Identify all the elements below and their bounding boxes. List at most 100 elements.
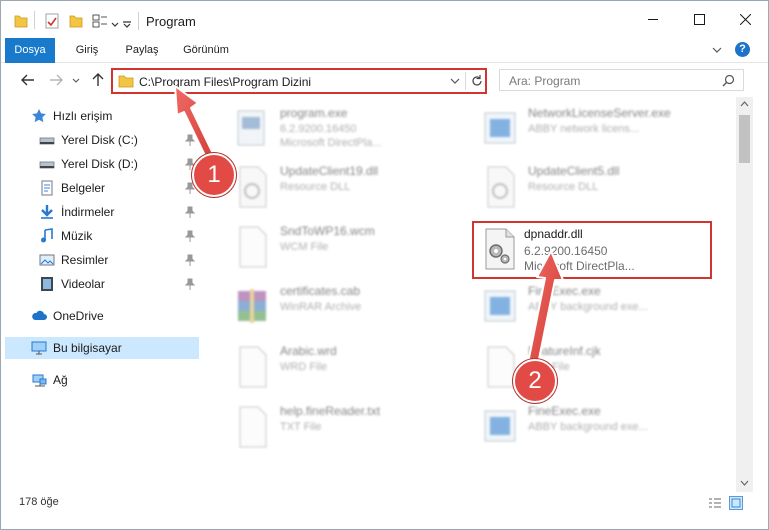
- forward-arrow-icon[interactable]: [47, 71, 65, 89]
- sidebar-item-disk-c[interactable]: Yerel Disk (C:): [1, 129, 201, 151]
- sidebar-item-quick-access[interactable]: Hızlı erişim: [1, 105, 201, 127]
- scroll-thumb[interactable]: [739, 115, 750, 163]
- callout-badge-2: 2: [513, 359, 557, 403]
- file-detail: Microsoft DirectPla...: [524, 259, 635, 273]
- file-name: SndToWP16.wcm: [280, 224, 375, 238]
- up-arrow-icon[interactable]: [89, 71, 107, 89]
- navigation-bar: C:\Program Files\Program Dizini Ara: Pro…: [1, 63, 768, 96]
- file-name: dpnaddr.dll: [524, 227, 583, 241]
- address-bar[interactable]: C:\Program Files\Program Dizini: [111, 68, 487, 94]
- minimize-icon: [647, 19, 658, 20]
- vertical-scrollbar[interactable]: [736, 97, 753, 492]
- file-name: certificates.cab: [280, 284, 361, 298]
- music-icon: [41, 228, 53, 243]
- tab-home[interactable]: Giriş: [65, 38, 109, 62]
- file-name: NetworkLicenseServer.exe: [528, 106, 671, 120]
- folder-icon: [118, 75, 134, 88]
- chevron-down-icon[interactable]: [111, 17, 119, 33]
- pin-icon[interactable]: [185, 230, 195, 242]
- file-item[interactable]: certificates.cab WinRAR Archive: [224, 279, 464, 337]
- sidebar-item-label: OneDrive: [53, 309, 104, 323]
- file-detail: TXT File: [280, 421, 322, 433]
- file-detail: 6.2.9200.16450: [280, 123, 357, 135]
- download-icon: [41, 205, 53, 219]
- expand-ribbon-icon[interactable]: [710, 43, 724, 57]
- file-item[interactable]: help.fineReader.txt TXT File: [224, 399, 464, 457]
- file-name: FineExec.exe: [528, 284, 601, 298]
- file-detail: WCM File: [280, 241, 329, 253]
- file-item[interactable]: UpdateClient5.dll Resource DLL: [472, 159, 712, 217]
- customize-toolbar-icon[interactable]: [122, 17, 132, 33]
- chevron-down-icon[interactable]: [450, 77, 460, 85]
- search-icon[interactable]: [722, 74, 735, 87]
- search-box[interactable]: Ara: Program: [499, 69, 744, 91]
- dll-gear-icon: [485, 228, 515, 270]
- window-title: Program: [146, 14, 196, 29]
- file-detail: Resource DLL: [280, 181, 351, 193]
- sidebar-item-label: Bu bilgisayar: [53, 341, 122, 355]
- scroll-down-icon[interactable]: [740, 480, 749, 486]
- sidebar-item-music[interactable]: Müzik: [1, 225, 201, 247]
- details-view-icon[interactable]: [708, 497, 722, 509]
- address-path: C:\Program Files\Program Dizini: [139, 75, 312, 89]
- pin-icon[interactable]: [185, 134, 195, 146]
- back-arrow-icon[interactable]: [19, 71, 37, 89]
- new-folder-icon[interactable]: [69, 13, 83, 29]
- scroll-up-icon[interactable]: [740, 101, 749, 107]
- file-item[interactable]: FineExec.exe ABBY background exe...: [472, 399, 712, 457]
- sidebar-item-downloads[interactable]: İndirmeler: [1, 201, 201, 223]
- file-item[interactable]: FeatureInf.cjk CJK File: [472, 339, 712, 397]
- file-item-dpnaddr-dll[interactable]: dpnaddr.dll 6.2.9200.16450 Microsoft Dir…: [472, 221, 712, 279]
- sidebar-item-pictures[interactable]: Resimler: [1, 249, 201, 271]
- file-item[interactable]: program.exe 6.2.9200.16450 Microsoft Dir…: [224, 101, 464, 159]
- drive-icon: [39, 137, 55, 145]
- ribbon-tabs: Dosya Giriş Paylaş Görünüm ?: [1, 38, 768, 96]
- file-item[interactable]: UpdateClient19.dll Resource DLL: [224, 159, 464, 217]
- tab-view[interactable]: Görünüm: [175, 38, 237, 62]
- properties-icon[interactable]: [45, 13, 59, 29]
- minimize-button[interactable]: [630, 1, 676, 38]
- item-count: 178 öğe: [19, 496, 59, 508]
- pictures-icon: [39, 254, 55, 266]
- file-item[interactable]: SndToWP16.wcm WCM File: [224, 219, 464, 277]
- sidebar-item-this-pc[interactable]: Bu bilgisayar: [5, 337, 199, 359]
- qa-separator: [34, 11, 35, 29]
- sidebar-item-videos[interactable]: Videolar: [1, 273, 201, 295]
- pin-icon[interactable]: [185, 254, 195, 266]
- sidebar-item-label: Yerel Disk (D:): [61, 157, 138, 171]
- sidebar-item-label: Resimler: [61, 253, 109, 267]
- file-item[interactable]: Arabic.wrd WRD File: [224, 339, 464, 397]
- file-list: program.exe 6.2.9200.16450 Microsoft Dir…: [204, 97, 736, 492]
- sidebar-item-documents[interactable]: Belgeler: [1, 177, 201, 199]
- large-icons-view-icon[interactable]: [729, 496, 743, 510]
- file-name: FineExec.exe: [528, 404, 601, 418]
- network-icon: [32, 374, 47, 387]
- file-detail: Microsoft DirectPla...: [280, 137, 382, 149]
- sidebar-item-label: Ağ: [53, 373, 68, 387]
- close-button[interactable]: [722, 1, 768, 38]
- file-name: Arabic.wrd: [280, 344, 337, 358]
- file-item[interactable]: NetworkLicenseServer.exe ABBY network li…: [472, 101, 712, 159]
- blank-file-icon: [239, 226, 267, 268]
- refresh-icon[interactable]: [470, 74, 484, 88]
- status-bar: 178 öğe: [1, 492, 768, 529]
- recent-locations-icon[interactable]: [71, 71, 81, 89]
- sidebar-item-label: Videolar: [61, 277, 105, 291]
- tab-share[interactable]: Paylaş: [118, 38, 166, 62]
- sidebar-item-disk-d[interactable]: Yerel Disk (D:): [1, 153, 201, 175]
- title-separator: [138, 12, 139, 30]
- pin-icon[interactable]: [185, 278, 195, 290]
- sidebar-item-label: İndirmeler: [61, 205, 115, 219]
- address-separator: [465, 72, 466, 90]
- file-item[interactable]: FineExec.exe ABBY background exe...: [472, 279, 712, 337]
- maximize-button[interactable]: [676, 1, 722, 38]
- exe-icon: [237, 110, 265, 146]
- sidebar-item-onedrive[interactable]: OneDrive: [1, 305, 201, 327]
- search-input[interactable]: Ara: Program: [509, 74, 580, 88]
- help-icon[interactable]: ?: [735, 42, 750, 57]
- archive-icon: [238, 289, 266, 323]
- sidebar-item-network[interactable]: Ağ: [1, 369, 201, 391]
- view-options-icon[interactable]: [92, 13, 108, 29]
- sidebar-item-label: Yerel Disk (C:): [61, 133, 138, 147]
- pin-icon[interactable]: [185, 206, 195, 218]
